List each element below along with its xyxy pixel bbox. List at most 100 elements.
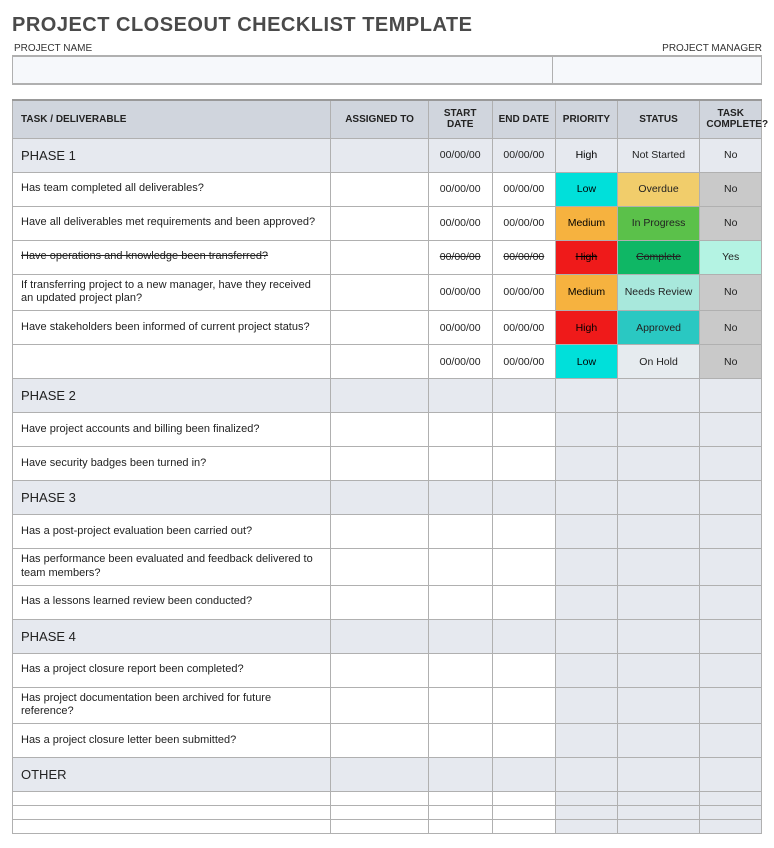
assigned-cell[interactable] xyxy=(331,138,429,172)
complete-cell[interactable] xyxy=(700,447,762,481)
priority-cell[interactable]: Low xyxy=(556,345,618,379)
status-cell[interactable]: Complete xyxy=(617,240,700,274)
end-date-cell[interactable] xyxy=(492,653,556,687)
start-date-cell[interactable] xyxy=(428,687,492,724)
task-cell[interactable]: Has team completed all deliverables? xyxy=(13,172,331,206)
status-cell[interactable] xyxy=(617,820,700,834)
end-date-cell[interactable] xyxy=(492,379,556,413)
complete-cell[interactable]: No xyxy=(700,274,762,311)
end-date-cell[interactable] xyxy=(492,724,556,758)
status-cell[interactable] xyxy=(617,585,700,619)
priority-cell[interactable]: Medium xyxy=(556,274,618,311)
start-date-cell[interactable] xyxy=(428,585,492,619)
task-cell[interactable]: Has a post-project evaluation been carri… xyxy=(13,515,331,549)
task-cell[interactable]: PHASE 1 xyxy=(13,138,331,172)
assigned-cell[interactable] xyxy=(331,724,429,758)
priority-cell[interactable] xyxy=(556,687,618,724)
complete-cell[interactable] xyxy=(700,724,762,758)
assigned-cell[interactable] xyxy=(331,481,429,515)
status-cell[interactable] xyxy=(617,724,700,758)
status-cell[interactable] xyxy=(617,792,700,806)
priority-cell[interactable] xyxy=(556,806,618,820)
start-date-cell[interactable] xyxy=(428,481,492,515)
priority-cell[interactable] xyxy=(556,820,618,834)
status-cell[interactable] xyxy=(617,447,700,481)
status-cell[interactable] xyxy=(617,758,700,792)
complete-cell[interactable] xyxy=(700,515,762,549)
end-date-cell[interactable]: 00/00/00 xyxy=(492,206,556,240)
task-cell[interactable]: PHASE 3 xyxy=(13,481,331,515)
priority-cell[interactable] xyxy=(556,515,618,549)
complete-cell[interactable] xyxy=(700,619,762,653)
end-date-cell[interactable]: 00/00/00 xyxy=(492,274,556,311)
priority-cell[interactable]: Medium xyxy=(556,206,618,240)
task-cell[interactable]: Have stakeholders been informed of curre… xyxy=(13,311,331,345)
status-cell[interactable] xyxy=(617,806,700,820)
start-date-cell[interactable]: 00/00/00 xyxy=(428,206,492,240)
complete-cell[interactable] xyxy=(700,585,762,619)
task-cell[interactable]: Has performance been evaluated and feedb… xyxy=(13,549,331,586)
complete-cell[interactable]: No xyxy=(700,311,762,345)
status-cell[interactable] xyxy=(617,687,700,724)
task-cell[interactable]: Have security badges been turned in? xyxy=(13,447,331,481)
start-date-cell[interactable]: 00/00/00 xyxy=(428,274,492,311)
end-date-cell[interactable] xyxy=(492,792,556,806)
priority-cell[interactable]: High xyxy=(556,311,618,345)
assigned-cell[interactable] xyxy=(331,447,429,481)
task-cell[interactable] xyxy=(13,345,331,379)
priority-cell[interactable] xyxy=(556,549,618,586)
priority-cell[interactable] xyxy=(556,413,618,447)
status-cell[interactable]: Not Started xyxy=(617,138,700,172)
end-date-cell[interactable]: 00/00/00 xyxy=(492,172,556,206)
start-date-cell[interactable]: 00/00/00 xyxy=(428,240,492,274)
task-cell[interactable]: OTHER xyxy=(13,758,331,792)
assigned-cell[interactable] xyxy=(331,172,429,206)
end-date-cell[interactable] xyxy=(492,820,556,834)
end-date-cell[interactable]: 00/00/00 xyxy=(492,138,556,172)
task-cell[interactable]: If transferring project to a new manager… xyxy=(13,274,331,311)
start-date-cell[interactable] xyxy=(428,379,492,413)
assigned-cell[interactable] xyxy=(331,792,429,806)
complete-cell[interactable] xyxy=(700,549,762,586)
complete-cell[interactable] xyxy=(700,758,762,792)
end-date-cell[interactable] xyxy=(492,515,556,549)
status-cell[interactable] xyxy=(617,619,700,653)
priority-cell[interactable]: High xyxy=(556,240,618,274)
assigned-cell[interactable] xyxy=(331,549,429,586)
priority-cell[interactable] xyxy=(556,653,618,687)
complete-cell[interactable] xyxy=(700,653,762,687)
priority-cell[interactable] xyxy=(556,481,618,515)
status-cell[interactable]: In Progress xyxy=(617,206,700,240)
start-date-cell[interactable]: 00/00/00 xyxy=(428,138,492,172)
end-date-cell[interactable]: 00/00/00 xyxy=(492,311,556,345)
start-date-cell[interactable] xyxy=(428,792,492,806)
assigned-cell[interactable] xyxy=(331,206,429,240)
status-cell[interactable]: Needs Review xyxy=(617,274,700,311)
status-cell[interactable]: Overdue xyxy=(617,172,700,206)
start-date-cell[interactable] xyxy=(428,758,492,792)
status-cell[interactable] xyxy=(617,379,700,413)
priority-cell[interactable] xyxy=(556,792,618,806)
task-cell[interactable] xyxy=(13,820,331,834)
complete-cell[interactable]: No xyxy=(700,172,762,206)
end-date-cell[interactable]: 00/00/00 xyxy=(492,345,556,379)
end-date-cell[interactable] xyxy=(492,806,556,820)
status-cell[interactable] xyxy=(617,653,700,687)
start-date-cell[interactable] xyxy=(428,619,492,653)
end-date-cell[interactable] xyxy=(492,549,556,586)
start-date-cell[interactable] xyxy=(428,413,492,447)
task-cell[interactable]: Have project accounts and billing been f… xyxy=(13,413,331,447)
status-cell[interactable] xyxy=(617,515,700,549)
end-date-cell[interactable] xyxy=(492,481,556,515)
task-cell[interactable]: Has project documentation been archived … xyxy=(13,687,331,724)
start-date-cell[interactable] xyxy=(428,820,492,834)
assigned-cell[interactable] xyxy=(331,585,429,619)
complete-cell[interactable] xyxy=(700,481,762,515)
assigned-cell[interactable] xyxy=(331,806,429,820)
task-cell[interactable]: Have operations and knowledge been trans… xyxy=(13,240,331,274)
end-date-cell[interactable] xyxy=(492,687,556,724)
task-cell[interactable]: Have all deliverables met requirements a… xyxy=(13,206,331,240)
assigned-cell[interactable] xyxy=(331,274,429,311)
end-date-cell[interactable] xyxy=(492,585,556,619)
task-cell[interactable]: PHASE 2 xyxy=(13,379,331,413)
